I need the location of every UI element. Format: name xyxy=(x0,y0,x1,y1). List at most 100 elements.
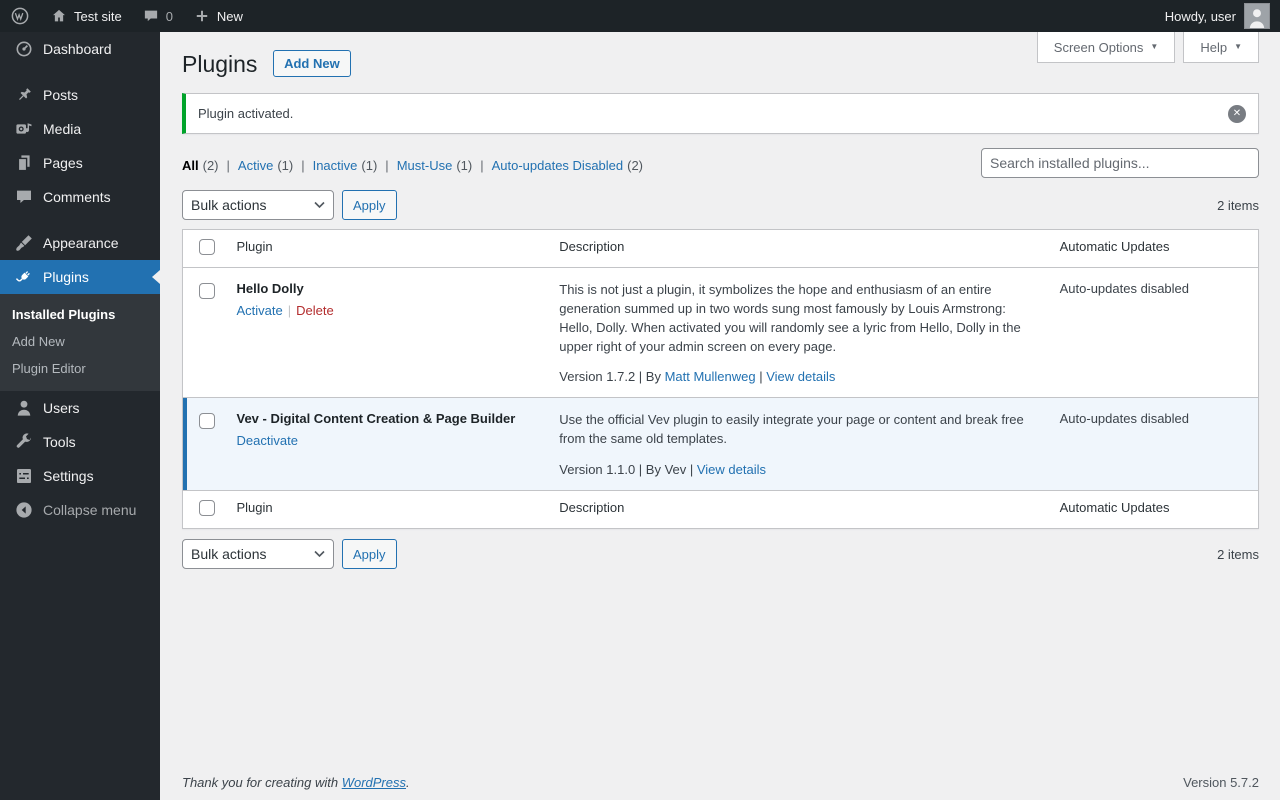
tablenav-top: Bulk actions Apply 2 items xyxy=(182,190,1259,220)
screen-options-label: Screen Options xyxy=(1054,40,1144,55)
comments-link[interactable]: 0 xyxy=(132,0,183,32)
collapse-arrow-icon xyxy=(14,500,34,520)
action-separator: | xyxy=(288,303,291,318)
plus-icon xyxy=(193,7,211,25)
sidebar-item-users[interactable]: Users xyxy=(0,391,160,425)
bulk-actions-select[interactable]: Bulk actions xyxy=(182,539,334,569)
comments-count: 0 xyxy=(166,9,173,24)
sidebar-item-label: Pages xyxy=(43,155,83,171)
site-name-link[interactable]: Test site xyxy=(40,0,132,32)
column-header-plugin: Plugin xyxy=(227,230,550,268)
close-icon: ✕ xyxy=(1233,109,1241,119)
filter-separator: | xyxy=(385,158,388,173)
page-footer: Thank you for creating with WordPress. V… xyxy=(182,775,1259,790)
help-label: Help xyxy=(1200,40,1227,55)
sidebar-item-dashboard[interactable]: Dashboard xyxy=(0,32,160,66)
sidebar-item-settings[interactable]: Settings xyxy=(0,459,160,493)
activation-notice: Plugin activated. ✕ xyxy=(182,93,1259,134)
new-label: New xyxy=(217,9,243,24)
bulk-actions-select[interactable]: Bulk actions xyxy=(182,190,334,220)
sidebar-item-plugins[interactable]: Plugins xyxy=(0,260,160,294)
page-wrap: Plugins Add New Plugin activated. ✕ All(… xyxy=(160,32,1280,569)
author-link[interactable]: Matt Mullenweg xyxy=(665,369,756,384)
home-icon xyxy=(50,7,68,25)
admin-bar-right: Howdy, user xyxy=(1155,0,1280,32)
sidebar-item-label: Settings xyxy=(43,468,94,484)
sidebar-item-appearance[interactable]: Appearance xyxy=(0,226,160,260)
sidebar-item-comments[interactable]: Comments xyxy=(0,180,160,214)
my-account-link[interactable]: Howdy, user xyxy=(1155,0,1280,32)
sidebar-item-label: Tools xyxy=(43,434,76,450)
wordpress-logo[interactable] xyxy=(0,0,40,32)
select-all-checkbox[interactable] xyxy=(199,239,215,255)
new-content-link[interactable]: New xyxy=(183,0,253,32)
sidebar-item-label: Users xyxy=(43,400,80,416)
page-title: Plugins xyxy=(182,50,257,80)
howdy-label: Howdy, user xyxy=(1165,9,1236,24)
filter-all[interactable]: All(2) xyxy=(182,158,219,173)
plugin-title: Vev - Digital Content Creation & Page Bu… xyxy=(237,411,540,426)
view-details-link[interactable]: View details xyxy=(766,369,835,384)
filter-must-use[interactable]: Must-Use(1) xyxy=(397,158,473,173)
row-checkbox[interactable] xyxy=(199,413,215,429)
table-row-vev: Vev - Digital Content Creation & Page Bu… xyxy=(183,398,1259,491)
filter-auto-updates-disabled[interactable]: Auto-updates Disabled(2) xyxy=(492,158,643,173)
screen-options-button[interactable]: Screen Options ▼ xyxy=(1037,32,1176,63)
submenu-add-new[interactable]: Add New xyxy=(0,328,160,355)
deactivate-link[interactable]: Deactivate xyxy=(237,433,298,448)
filter-inactive[interactable]: Inactive(1) xyxy=(313,158,378,173)
sidebar: Dashboard Posts Media Pages Comments App… xyxy=(0,32,160,800)
table-footer-row: Plugin Description Automatic Updates xyxy=(183,491,1259,529)
footer-version: Version 5.7.2 xyxy=(1183,775,1259,790)
items-count: 2 items xyxy=(1217,198,1259,213)
sidebar-item-label: Posts xyxy=(43,87,78,103)
admin-bar-left: Test site 0 New xyxy=(0,0,253,32)
view-details-link[interactable]: View details xyxy=(697,462,766,477)
media-icon xyxy=(14,119,34,139)
submenu-plugin-editor[interactable]: Plugin Editor xyxy=(0,355,160,382)
sidebar-item-label: Dashboard xyxy=(43,41,112,57)
footer-thanks: Thank you for creating with WordPress. xyxy=(182,775,410,790)
site-name-label: Test site xyxy=(74,9,122,24)
menu-separator xyxy=(0,66,160,78)
collapse-menu-button[interactable]: Collapse menu xyxy=(0,493,160,527)
wordpress-link[interactable]: WordPress xyxy=(342,775,406,790)
submenu-installed-plugins[interactable]: Installed Plugins xyxy=(0,301,160,328)
add-new-button[interactable]: Add New xyxy=(273,50,351,77)
main-content: Screen Options ▼ Help ▼ Plugins Add New … xyxy=(160,32,1280,800)
paintbrush-icon xyxy=(14,233,34,253)
plugins-submenu: Installed Plugins Add New Plugin Editor xyxy=(0,294,160,391)
sidebar-item-label: Appearance xyxy=(43,235,119,251)
items-count: 2 items xyxy=(1217,547,1259,562)
sidebar-item-media[interactable]: Media xyxy=(0,112,160,146)
sidebar-item-label: Plugins xyxy=(43,269,89,285)
pin-icon xyxy=(14,85,34,105)
dismiss-notice-button[interactable]: ✕ xyxy=(1228,105,1246,123)
column-header-description: Description xyxy=(549,230,1049,268)
apply-button[interactable]: Apply xyxy=(342,539,397,569)
sidebar-item-label: Collapse menu xyxy=(43,502,136,518)
wordpress-logo-icon xyxy=(10,6,30,26)
sidebar-item-pages[interactable]: Pages xyxy=(0,146,160,180)
search-input[interactable] xyxy=(981,148,1259,178)
help-button[interactable]: Help ▼ xyxy=(1183,32,1259,63)
screen-meta-links: Screen Options ▼ Help ▼ xyxy=(1037,32,1259,63)
table-header-row: Plugin Description Automatic Updates xyxy=(183,230,1259,268)
chevron-down-icon: ▼ xyxy=(1234,43,1242,51)
status-filters: All(2) | Active(1) | Inactive(1) | Must-… xyxy=(182,158,643,173)
dashboard-icon xyxy=(14,39,34,59)
auto-updates-status: Auto-updates disabled xyxy=(1050,398,1259,491)
row-checkbox[interactable] xyxy=(199,283,215,299)
delete-link[interactable]: Delete xyxy=(296,303,334,318)
filter-active[interactable]: Active(1) xyxy=(238,158,293,173)
apply-button[interactable]: Apply xyxy=(342,190,397,220)
sidebar-item-posts[interactable]: Posts xyxy=(0,78,160,112)
table-row-hello-dolly: Hello Dolly Activate|Delete This is not … xyxy=(183,268,1259,398)
sidebar-item-label: Media xyxy=(43,121,81,137)
column-header-auto-updates: Automatic Updates xyxy=(1050,491,1259,529)
select-all-checkbox[interactable] xyxy=(199,500,215,516)
filter-separator: | xyxy=(227,158,230,173)
wrench-icon xyxy=(14,432,34,452)
activate-link[interactable]: Activate xyxy=(237,303,283,318)
sidebar-item-tools[interactable]: Tools xyxy=(0,425,160,459)
